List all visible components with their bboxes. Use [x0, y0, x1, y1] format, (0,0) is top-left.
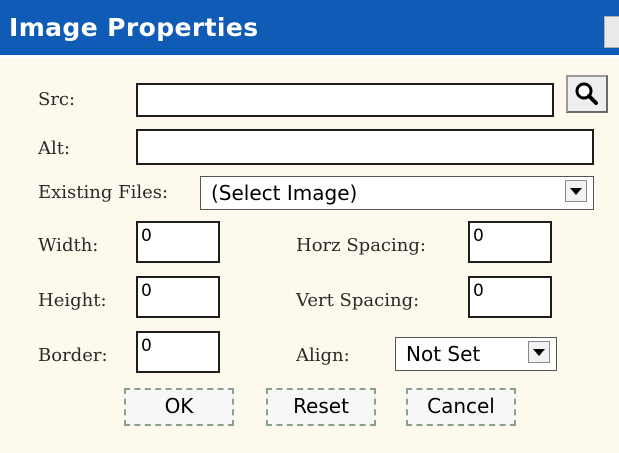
border-label: Border:: [38, 345, 108, 366]
chevron-down-icon[interactable]: [565, 180, 587, 202]
width-input[interactable]: 0: [136, 221, 220, 263]
existing-files-value: (Select Image): [211, 181, 358, 205]
align-select[interactable]: Not Set: [395, 337, 557, 371]
reset-button[interactable]: Reset: [266, 388, 376, 426]
existing-files-label: Existing Files:: [38, 182, 169, 203]
alt-label: Alt:: [38, 138, 71, 159]
magnifier-icon: [575, 82, 598, 105]
align-label: Align:: [296, 345, 350, 366]
title-bar-control[interactable]: [604, 16, 619, 48]
chevron-down-icon[interactable]: [528, 341, 550, 363]
alt-input[interactable]: [136, 129, 594, 165]
horz-spacing-input[interactable]: 0: [468, 221, 552, 263]
dialog-title: Image Properties: [9, 13, 259, 42]
horz-spacing-label: Horz Spacing:: [296, 235, 426, 256]
width-label: Width:: [38, 235, 99, 256]
height-label: Height:: [38, 290, 107, 311]
ok-button[interactable]: OK: [124, 388, 234, 426]
image-properties-dialog: Image Properties Src: Alt: Existing File…: [0, 0, 619, 453]
src-label: Src:: [38, 89, 76, 110]
align-value: Not Set: [406, 342, 481, 366]
vert-spacing-label: Vert Spacing:: [296, 290, 420, 311]
border-input[interactable]: 0: [136, 331, 220, 373]
browse-button[interactable]: [566, 75, 608, 113]
height-input[interactable]: 0: [136, 276, 220, 318]
vert-spacing-input[interactable]: 0: [468, 276, 552, 318]
existing-files-select[interactable]: (Select Image): [200, 176, 594, 210]
src-input[interactable]: [136, 83, 554, 117]
title-bar: Image Properties: [0, 0, 619, 58]
cancel-button[interactable]: Cancel: [406, 388, 516, 426]
